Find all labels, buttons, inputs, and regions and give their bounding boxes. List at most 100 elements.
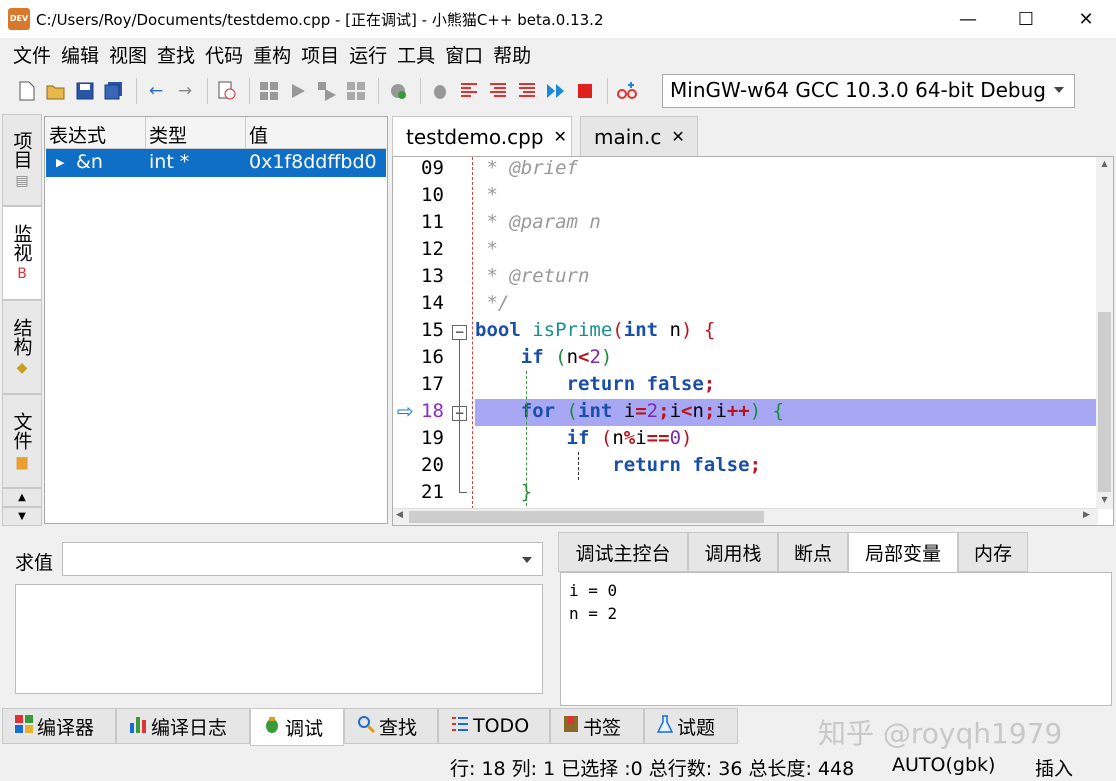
tab-testdemo-cpp[interactable]: testdemo.cpp ✕ <box>392 116 572 156</box>
status-encoding[interactable]: AUTO(gbk) <box>892 754 995 776</box>
side-tab-label: 项目 <box>10 131 33 169</box>
debug-icon[interactable] <box>385 78 411 104</box>
menu-view[interactable]: 视图 <box>104 41 152 68</box>
side-tab-scroll-up[interactable]: ▲ <box>2 488 42 507</box>
compiler-select[interactable]: MinGW-w64 GCC 10.3.0 64-bit Debug <box>662 74 1075 108</box>
tab-memory[interactable]: 内存 <box>958 532 1028 572</box>
close-icon[interactable]: ✕ <box>671 127 684 146</box>
compile-run-icon[interactable] <box>314 78 340 104</box>
tab-todo[interactable]: TODO <box>438 708 550 744</box>
menu-refactor[interactable]: 重构 <box>248 41 296 68</box>
side-tab-project[interactable]: 项目 ▤ <box>2 114 42 206</box>
tab-bookmarks[interactable]: 书签 <box>550 708 644 744</box>
local-variables-panel[interactable]: i = 0 n = 2 <box>560 572 1112 706</box>
line-number-gutter[interactable]: 09 10 11 12 13 14 15 16 17 18 19 20 21 ⇨… <box>393 157 473 509</box>
line-number: 17 <box>421 373 444 395</box>
expand-arrow-icon[interactable]: ▶ <box>56 156 64 169</box>
bottom-tab-bar: 编译器 编译日志 调试 查找 TODO 书签 试题 <box>2 708 742 746</box>
rebuild-icon[interactable] <box>343 78 369 104</box>
scroll-right-icon[interactable]: ▶ <box>1083 510 1090 520</box>
scroll-down-icon[interactable]: ▼ <box>1098 495 1111 507</box>
tab-main-c[interactable]: main.c ✕ <box>580 116 698 156</box>
save-all-icon[interactable] <box>101 78 127 104</box>
editor-vertical-scrollbar[interactable]: ▲ ▼ <box>1096 157 1113 509</box>
close-icon[interactable]: ✕ <box>554 127 567 146</box>
line-number: 10 <box>421 184 444 206</box>
line-number: 12 <box>421 238 444 260</box>
step-into-icon[interactable] <box>485 78 511 104</box>
watch-header: 表达式 类型 值 <box>45 117 387 149</box>
watch-col-value[interactable]: 值 <box>249 121 268 148</box>
scroll-left-icon[interactable]: ◀ <box>396 510 403 520</box>
eval-input[interactable] <box>62 542 543 576</box>
indent-guide <box>526 371 527 506</box>
side-tab-structure[interactable]: 结构 ◆ <box>2 300 42 394</box>
tab-compiler[interactable]: 编译器 <box>2 708 116 744</box>
scroll-up-icon[interactable]: ▲ <box>1098 159 1111 171</box>
open-folder-icon[interactable] <box>43 78 69 104</box>
run-icon[interactable] <box>285 78 311 104</box>
code-line: * <box>475 238 498 260</box>
stop-icon[interactable] <box>572 78 598 104</box>
code-editor[interactable]: 09 10 11 12 13 14 15 16 17 18 19 20 21 ⇨… <box>392 156 1114 526</box>
menu-tools[interactable]: 工具 <box>392 41 440 68</box>
code-line: * @param n <box>475 211 601 233</box>
menu-help[interactable]: 帮助 <box>488 41 536 68</box>
tab-label: 书签 <box>583 716 622 739</box>
scrollbar-thumb[interactable] <box>1098 312 1111 492</box>
save-icon[interactable] <box>72 78 98 104</box>
minimize-button[interactable]: — <box>938 0 998 38</box>
menu-run[interactable]: 运行 <box>344 41 392 68</box>
tab-debug-console[interactable]: 调试主控台 <box>558 532 688 572</box>
line-number-current: 18 <box>421 400 444 422</box>
menu-project[interactable]: 项目 <box>296 41 344 68</box>
tab-local-variables[interactable]: 局部变量 <box>848 532 958 572</box>
toolbar-separator <box>607 78 608 104</box>
tab-debug[interactable]: 调试 <box>250 708 344 746</box>
tab-breakpoints[interactable]: 断点 <box>778 532 848 572</box>
forward-icon[interactable]: → <box>172 78 198 104</box>
watch-row[interactable]: ▶ &n int * 0x1f8ddffbd0 <box>46 149 386 177</box>
side-tab-scroll-down[interactable]: ▼ <box>2 507 42 526</box>
continue-icon[interactable] <box>543 78 569 104</box>
new-file-icon[interactable] <box>14 78 40 104</box>
close-button[interactable]: ✕ <box>1056 0 1116 38</box>
side-tab-watch[interactable]: 监视 B <box>2 206 42 300</box>
code-area[interactable]: * @brief * * @param n * * @return */ boo… <box>475 157 1097 509</box>
column-divider[interactable] <box>245 117 246 149</box>
step-over-icon[interactable] <box>456 78 482 104</box>
tab-call-stack[interactable]: 调用栈 <box>688 532 778 572</box>
format-code-icon[interactable] <box>214 78 240 104</box>
tab-label: 编译器 <box>37 716 95 739</box>
add-watch-icon[interactable] <box>614 78 640 104</box>
structure-icon: ◆ <box>16 360 28 376</box>
editor-tab-bar: testdemo.cpp ✕ main.c ✕ <box>392 114 1114 156</box>
tab-problems[interactable]: 试题 <box>644 708 738 744</box>
menu-window[interactable]: 窗口 <box>440 41 488 68</box>
side-tab-files[interactable]: 文件 ▆ <box>2 394 42 488</box>
fold-collapse-icon[interactable]: − <box>452 325 467 340</box>
menu-file[interactable]: 文件 <box>8 41 56 68</box>
step-out-icon[interactable] <box>514 78 540 104</box>
toolbar-separator <box>378 78 379 104</box>
eval-label: 求值 <box>15 552 54 574</box>
compiler-select-value: MinGW-w64 GCC 10.3.0 64-bit Debug <box>670 78 1046 102</box>
watch-col-type[interactable]: 类型 <box>149 121 187 148</box>
chevron-down-icon[interactable] <box>522 557 532 563</box>
chevron-down-icon <box>1054 87 1064 93</box>
menu-search[interactable]: 查找 <box>152 41 200 68</box>
fold-line <box>459 340 460 492</box>
watch-col-expr[interactable]: 表达式 <box>49 121 106 148</box>
tab-search[interactable]: 查找 <box>344 708 438 744</box>
compile-icon[interactable] <box>256 78 282 104</box>
back-icon[interactable]: ← <box>143 78 169 104</box>
tab-label: TODO <box>473 715 530 737</box>
scrollbar-thumb[interactable] <box>409 511 764 523</box>
bug-icon[interactable] <box>427 78 453 104</box>
maximize-button[interactable]: ☐ <box>996 0 1056 38</box>
column-divider[interactable] <box>145 117 146 149</box>
tab-compile-log[interactable]: 编译日志 <box>116 708 250 744</box>
editor-horizontal-scrollbar[interactable]: ◀ ▶ <box>393 508 1098 525</box>
menu-edit[interactable]: 编辑 <box>56 41 104 68</box>
menu-code[interactable]: 代码 <box>200 41 248 68</box>
